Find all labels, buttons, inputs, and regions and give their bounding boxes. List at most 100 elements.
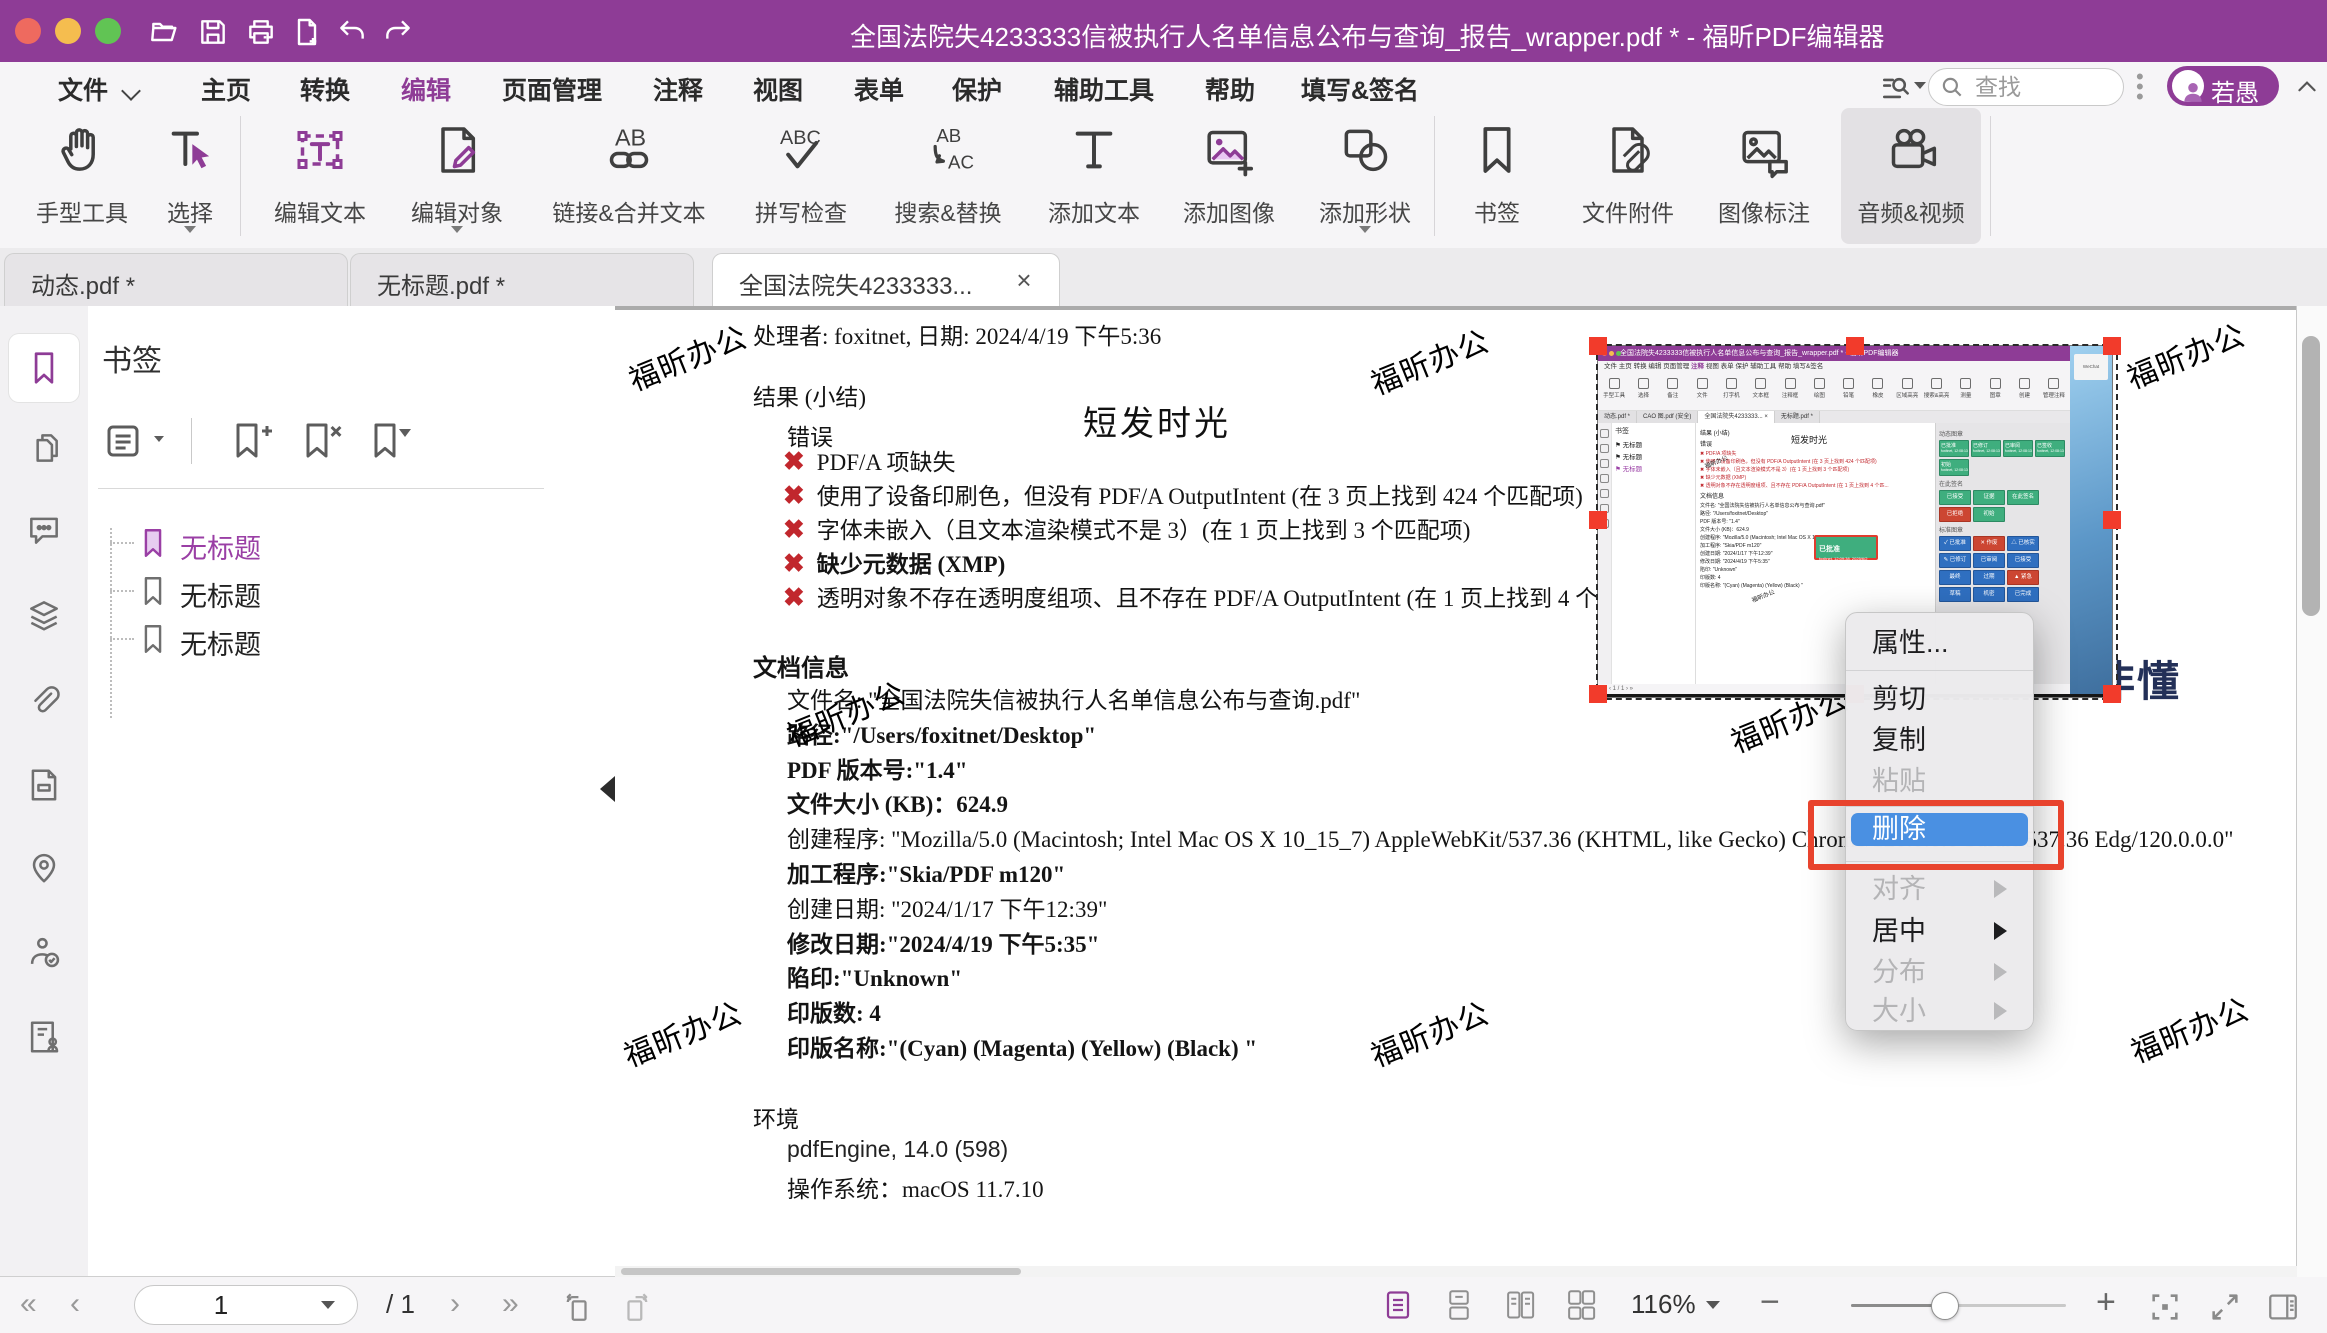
rail-certificates-icon[interactable] [25,1018,63,1056]
menu-fill-sign[interactable]: 填写&签名 [1301,71,1419,107]
rail-comments-icon[interactable] [25,511,63,549]
resize-handle-mid-right[interactable] [2103,511,2121,529]
panel-collapse-handle[interactable] [600,776,615,802]
menu-edit[interactable]: 编辑 [401,71,451,107]
menu-help[interactable]: 帮助 [1205,71,1255,107]
zoom-level-label[interactable]: 116% [1631,1289,1696,1320]
user-account-button[interactable]: 若愚 [2167,66,2279,106]
search-options-icon[interactable] [1880,70,1914,104]
view-continuous-icon[interactable] [1383,1288,1413,1322]
tab-close-icon[interactable]: × [1011,267,1037,293]
search-input[interactable] [1973,71,2117,103]
undo-icon[interactable] [336,16,368,48]
horizontal-scrollbar-thumb[interactable] [621,1268,1021,1275]
previous-page-button[interactable]: ‹ [70,1287,80,1321]
bookmark-item-label: 无标题 [180,623,261,662]
menu-page-management[interactable]: 页面管理 [502,71,602,107]
vertical-scrollbar-thumb[interactable] [2302,336,2320,616]
open-folder-icon[interactable] [148,16,180,48]
context-menu-copy[interactable]: 复制 [1846,720,2033,760]
bookmarks-panel-title: 书签 [102,336,162,380]
resize-handle-top-left[interactable] [1589,337,1607,355]
zoom-caret-icon[interactable] [1706,1301,1720,1309]
menu-home[interactable]: 主页 [201,71,251,107]
zoom-window-button[interactable] [95,18,121,44]
first-page-button[interactable]: « [20,1287,37,1321]
close-window-button[interactable] [15,18,41,44]
resize-handle-mid-left[interactable] [1589,511,1607,529]
context-menu-properties[interactable]: 属性... [1846,623,2033,663]
resize-handle-top-right[interactable] [2103,337,2121,355]
navigation-rail [0,306,88,1277]
rotate-left-icon[interactable] [560,1290,594,1324]
bookmark-list-menu-icon[interactable] [102,418,150,466]
rail-attachments-icon[interactable] [25,681,63,719]
rail-layers-icon[interactable] [25,596,63,634]
resize-handle-bottom-left[interactable] [1589,685,1607,703]
image-annotation-button[interactable]: 图像标注 [1674,108,1854,248]
expand-bookmark-icon[interactable] [366,418,414,466]
rail-bookmarks-icon[interactable] [25,349,63,387]
zoom-in-button[interactable]: + [2096,1283,2116,1322]
menu-accessibility[interactable]: 辅助工具 [1054,71,1154,107]
last-page-button[interactable]: » [502,1287,519,1321]
find-search-box[interactable] [1928,68,2124,106]
audio-video-button[interactable]: 音频&视频 [1841,108,1981,244]
edit-object-button[interactable]: 编辑对象 [367,108,547,248]
result-title: 结果 (小结) [753,378,866,412]
context-menu-cut[interactable]: 剪切 [1846,679,2033,719]
view-single-page-icon[interactable] [1444,1288,1474,1322]
tab-untitled-pdf[interactable]: 无标题.pdf * [350,253,694,306]
rotate-right-icon[interactable] [620,1290,654,1324]
view-two-page-icon[interactable] [1566,1288,1596,1322]
menu-convert[interactable]: 转换 [300,71,350,107]
zoom-out-button[interactable]: − [1760,1283,1780,1322]
resize-handle-top-center[interactable] [1846,337,1864,355]
context-menu-delete[interactable]: 删除 [1851,813,2028,846]
print-icon[interactable] [245,16,277,48]
bookmark-item[interactable]: 无标题 [88,566,588,614]
fit-page-icon[interactable] [2148,1290,2182,1324]
add-shape-dropdown-caret-icon[interactable] [1359,226,1371,233]
submenu-arrow-icon [1994,922,2007,940]
context-menu-paste[interactable]: 粘贴 [1846,761,2033,801]
resize-handle-bottom-right[interactable] [2103,685,2121,703]
next-page-button[interactable]: › [450,1287,460,1321]
add-image-icon [1201,118,1257,182]
zoom-slider-knob[interactable] [1931,1292,1959,1320]
link-merge-text-button[interactable]: AB 链接&合并文本 [539,108,719,248]
vertical-scrollbar[interactable] [2296,306,2327,1277]
fullscreen-icon[interactable] [2208,1290,2242,1324]
page-number-caret-icon[interactable] [321,1301,335,1309]
bookmark-item[interactable]: 无标题 [88,614,588,662]
menu-protect[interactable]: 保护 [952,71,1002,107]
collapse-toolbar-chevron-icon[interactable] [2294,74,2316,96]
rail-pages-icon[interactable] [25,429,63,467]
select-dropdown-caret-icon[interactable] [184,226,196,233]
edit-object-dropdown-caret-icon[interactable] [451,226,463,233]
minimize-window-button[interactable] [55,18,81,44]
menu-file[interactable]: 文件 [58,71,108,107]
redo-icon[interactable] [382,16,414,48]
rail-fields-icon[interactable] [25,766,63,804]
avatar [2172,70,2204,102]
save-icon[interactable] [197,16,229,48]
page-number-input[interactable]: 1 [134,1285,358,1325]
delete-bookmark-icon[interactable] [298,418,346,466]
menu-comment[interactable]: 注释 [653,71,703,107]
horizontal-scrollbar[interactable] [615,1266,2297,1277]
menu-view[interactable]: 视图 [753,71,803,107]
tab-dynamic-pdf[interactable]: 动态.pdf * [4,253,348,306]
docinfo-title: 文档信息 [753,648,849,683]
tab-court-report-pdf[interactable]: 全国法院失4233333... × [712,253,1060,308]
bookmark-item[interactable]: 无标题 [88,518,588,566]
more-options-dots-icon[interactable]: ••• [2136,72,2142,102]
view-two-column-icon[interactable] [1505,1288,1535,1322]
add-bookmark-icon[interactable] [228,418,276,466]
menu-form[interactable]: 表单 [854,71,904,107]
new-page-icon[interactable] [291,16,323,48]
rail-destinations-icon[interactable] [25,848,63,886]
reading-panel-icon[interactable] [2266,1290,2300,1324]
rail-signature-icon[interactable] [25,933,63,971]
search-options-caret-icon[interactable] [1914,82,1926,89]
